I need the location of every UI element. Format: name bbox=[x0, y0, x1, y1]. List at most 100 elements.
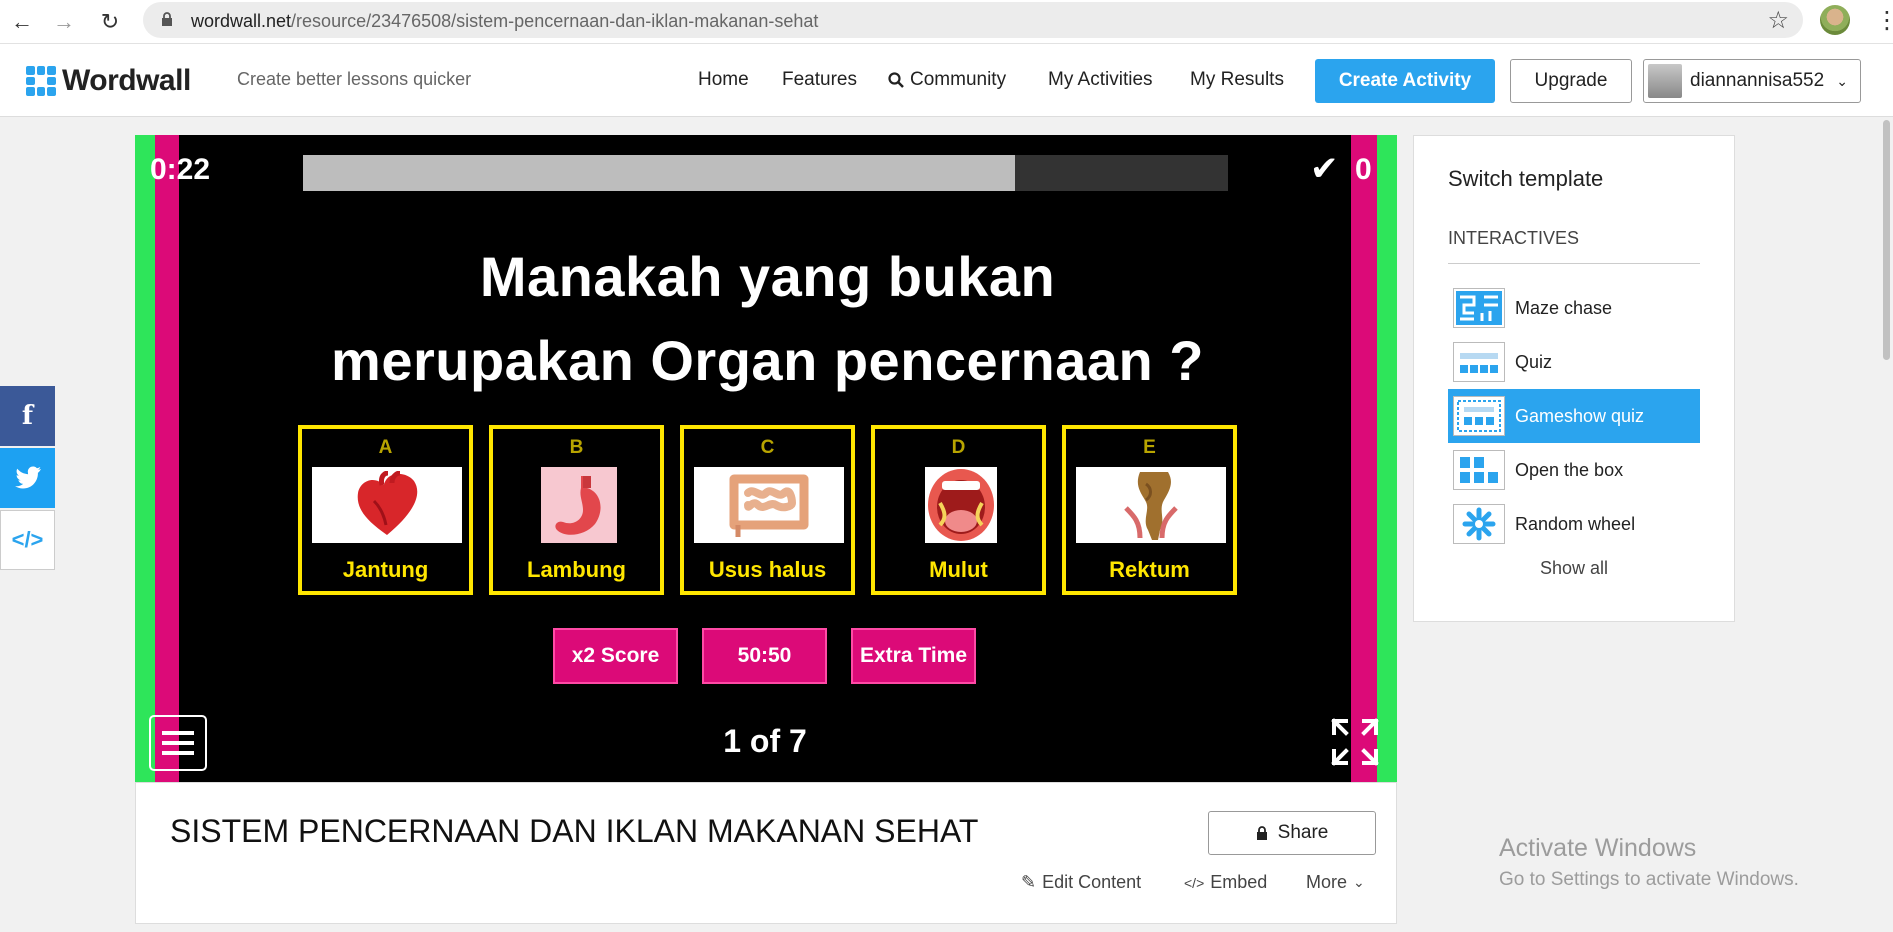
page-scrollbar[interactable] bbox=[1880, 118, 1893, 932]
nav-community[interactable]: Community bbox=[888, 69, 1006, 91]
reload-icon[interactable]: ↻ bbox=[96, 8, 124, 36]
username: diannannisa552 bbox=[1690, 70, 1825, 91]
fullscreen-icon[interactable] bbox=[1330, 717, 1380, 767]
embed-label: Embed bbox=[1210, 872, 1268, 892]
twitter-icon[interactable] bbox=[0, 448, 55, 508]
lock-icon bbox=[1256, 826, 1267, 840]
browser-toolbar: ← → ↻ wordwall.net/resource/23476508/sis… bbox=[0, 0, 1893, 44]
answer-option-b[interactable]: B Lambung bbox=[489, 425, 664, 595]
answer-letter: D bbox=[951, 437, 966, 458]
template-random-wheel[interactable]: Random wheel bbox=[1448, 497, 1700, 551]
checkmark-icon: ✔ bbox=[1310, 150, 1339, 188]
edit-content-link[interactable]: ✎ Edit Content bbox=[1021, 872, 1141, 893]
answer-label: Rektum bbox=[1109, 557, 1190, 582]
wordwall-logo-icon bbox=[26, 66, 56, 96]
stomach-image bbox=[541, 467, 617, 543]
intestine-image bbox=[694, 467, 844, 543]
answer-option-a[interactable]: A Jantung bbox=[298, 425, 473, 595]
answer-letter: E bbox=[1143, 437, 1156, 458]
embed-code-icon[interactable]: </> bbox=[0, 510, 55, 570]
edit-content-label: Edit Content bbox=[1042, 872, 1142, 892]
watermark-line-1: Activate Windows bbox=[1499, 834, 1697, 862]
gameshow-quiz-icon bbox=[1453, 396, 1505, 436]
template-open-the-box[interactable]: Open the box bbox=[1448, 443, 1700, 497]
show-all-link[interactable]: Show all bbox=[1448, 558, 1700, 579]
answer-options: A Jantung B Lambung C Usus halus D Mulut… bbox=[298, 425, 1237, 595]
template-label: Random wheel bbox=[1515, 513, 1636, 534]
nav-my-activities[interactable]: My Activities bbox=[1048, 69, 1153, 91]
switch-template-panel: Switch template INTERACTIVES Maze chase … bbox=[1413, 135, 1735, 622]
address-bar[interactable]: wordwall.net/resource/23476508/sistem-pe… bbox=[143, 2, 1803, 38]
answer-label: Mulut bbox=[929, 557, 988, 582]
site-header: Wordwall Create better lessons quicker H… bbox=[0, 44, 1893, 117]
heart-image bbox=[312, 467, 462, 543]
nav-my-results[interactable]: My Results bbox=[1190, 69, 1284, 91]
left-pink-stripe bbox=[155, 135, 179, 782]
chevron-down-icon: ⌄ bbox=[1353, 874, 1365, 890]
template-maze-chase[interactable]: Maze chase bbox=[1448, 281, 1700, 335]
mouth-image bbox=[925, 467, 997, 543]
template-label: Open the box bbox=[1515, 459, 1624, 480]
answer-letter: B bbox=[569, 437, 584, 458]
template-label: Quiz bbox=[1515, 351, 1553, 372]
activity-title: SISTEM PENCERNAAN DAN IKLAN MAKANAN SEHA… bbox=[170, 813, 979, 849]
share-button[interactable]: Share bbox=[1208, 811, 1376, 855]
wheel-icon bbox=[1453, 504, 1505, 544]
share-label: Share bbox=[1277, 822, 1329, 843]
search-icon bbox=[888, 72, 904, 88]
logo-text: Wordwall bbox=[62, 64, 191, 97]
answer-option-c[interactable]: C Usus halus bbox=[680, 425, 855, 595]
nav-features[interactable]: Features bbox=[782, 69, 857, 91]
answer-option-d[interactable]: D Mulut bbox=[871, 425, 1046, 595]
answer-option-e[interactable]: E Rektum bbox=[1062, 425, 1237, 595]
windows-activation-watermark: Activate Windows Go to Settings to activ… bbox=[1499, 834, 1799, 891]
embed-link[interactable]: </> Embed bbox=[1184, 872, 1267, 893]
create-activity-button[interactable]: Create Activity bbox=[1315, 59, 1495, 103]
maze-icon bbox=[1453, 288, 1505, 328]
right-pink-stripe bbox=[1351, 135, 1377, 782]
game-menu-icon[interactable] bbox=[149, 715, 207, 771]
watermark-line-2: Go to Settings to activate Windows. bbox=[1499, 869, 1799, 890]
avatar bbox=[1648, 64, 1682, 98]
question-line-2: merupakan Organ pencernaan ? bbox=[331, 329, 1204, 392]
embed-code-icon: </> bbox=[1184, 874, 1205, 891]
powerup-fifty-fifty-button[interactable]: 50:50 bbox=[702, 628, 827, 684]
powerup-x2-score-button[interactable]: x2 Score bbox=[553, 628, 678, 684]
game-frame: 0:22 ✔ 0 Manakah yang bukan merupakan Or… bbox=[135, 135, 1397, 782]
question-line-1: Manakah yang bukan bbox=[479, 245, 1056, 308]
question-counter: 1 of 7 bbox=[723, 723, 807, 759]
timer: 0:22 bbox=[150, 153, 211, 186]
browser-menu-icon[interactable]: ⋮ bbox=[1875, 6, 1893, 35]
back-arrow-icon[interactable]: ← bbox=[8, 8, 36, 36]
bookmark-star-icon[interactable]: ☆ bbox=[1767, 6, 1789, 35]
right-green-stripe bbox=[1377, 135, 1397, 782]
wordwall-logo[interactable]: Wordwall bbox=[26, 64, 191, 98]
powerups: x2 Score 50:50 Extra Time bbox=[553, 628, 976, 684]
left-green-stripe bbox=[135, 135, 155, 782]
nav-community-label: Community bbox=[910, 69, 1007, 90]
upgrade-button[interactable]: Upgrade bbox=[1510, 59, 1632, 103]
pencil-icon: ✎ bbox=[1021, 872, 1037, 892]
tagline: Create better lessons quicker bbox=[237, 69, 472, 89]
lock-icon bbox=[162, 12, 172, 26]
user-menu-button[interactable]: diannannisa552 ⌄ bbox=[1643, 59, 1861, 103]
template-label: Gameshow quiz bbox=[1515, 405, 1645, 426]
answer-label: Usus halus bbox=[708, 557, 827, 582]
open-box-icon bbox=[1453, 450, 1505, 490]
nav-home[interactable]: Home bbox=[698, 69, 749, 91]
url-text: wordwall.net/resource/23476508/sistem-pe… bbox=[191, 11, 819, 31]
section-heading: INTERACTIVES bbox=[1448, 228, 1580, 248]
browser-profile-avatar[interactable] bbox=[1820, 5, 1850, 35]
template-gameshow-quiz[interactable]: Gameshow quiz bbox=[1448, 389, 1700, 443]
rectum-image bbox=[1076, 467, 1226, 543]
forward-arrow-icon[interactable]: → bbox=[50, 8, 78, 36]
quiz-icon bbox=[1453, 342, 1505, 382]
panel-title: Switch template bbox=[1448, 166, 1604, 191]
scrollbar-thumb[interactable] bbox=[1883, 120, 1890, 360]
facebook-icon[interactable]: f bbox=[0, 386, 55, 446]
template-quiz[interactable]: Quiz bbox=[1448, 335, 1700, 389]
powerup-extra-time-button[interactable]: Extra Time bbox=[851, 628, 976, 684]
time-progress-bar bbox=[303, 155, 1228, 191]
more-dropdown[interactable]: More ⌄ bbox=[1306, 872, 1365, 893]
answer-letter: A bbox=[378, 437, 393, 458]
